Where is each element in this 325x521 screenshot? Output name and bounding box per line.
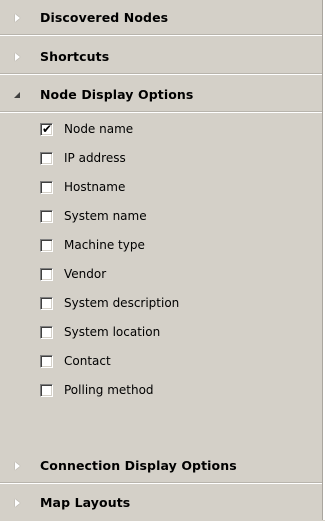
option-label: System name [64, 209, 147, 223]
option-label: Polling method [64, 383, 154, 397]
triangle-right-icon [15, 53, 20, 61]
option-label: System location [64, 325, 161, 339]
section-header-map-layouts[interactable]: Map Layouts [0, 485, 323, 521]
triangle-right-icon [15, 462, 20, 470]
checkbox[interactable] [40, 239, 53, 252]
checkbox[interactable] [40, 181, 53, 194]
option-label: Hostname [64, 180, 126, 194]
checkbox[interactable] [40, 326, 53, 339]
section-header-node-display-options[interactable]: Node Display Options [0, 77, 323, 113]
node-display-options-list: ✔ Node name IP address Hostname System n… [0, 112, 323, 444]
option-label: Contact [64, 354, 111, 368]
option-label: Machine type [64, 238, 145, 252]
section-header-connection-display-options[interactable]: Connection Display Options [0, 448, 323, 484]
triangle-down-icon [14, 92, 20, 98]
section-title: Discovered Nodes [40, 10, 169, 25]
section-title: Connection Display Options [40, 458, 237, 473]
checkbox[interactable] [40, 210, 53, 223]
section-header-discovered-nodes[interactable]: Discovered Nodes [0, 0, 323, 36]
section-header-shortcuts[interactable]: Shortcuts [0, 39, 323, 75]
checkbox[interactable] [40, 384, 53, 397]
option-label: Node name [64, 122, 134, 136]
checkbox[interactable] [40, 268, 53, 281]
option-label: Vendor [64, 267, 107, 281]
triangle-right-icon [15, 14, 20, 22]
checkbox[interactable] [40, 355, 53, 368]
section-title: Map Layouts [40, 495, 131, 510]
section-title: Shortcuts [40, 49, 110, 64]
checkmark-icon: ✔ [42, 122, 53, 136]
checkbox[interactable] [40, 297, 53, 310]
option-label: System description [64, 296, 180, 310]
option-label: IP address [64, 151, 126, 165]
section-title: Node Display Options [40, 87, 194, 102]
navigation-panel: Discovered Nodes Shortcuts Node Display … [0, 0, 325, 520]
checkbox[interactable] [40, 152, 53, 165]
triangle-right-icon [15, 499, 20, 507]
checkbox[interactable]: ✔ [40, 122, 53, 136]
